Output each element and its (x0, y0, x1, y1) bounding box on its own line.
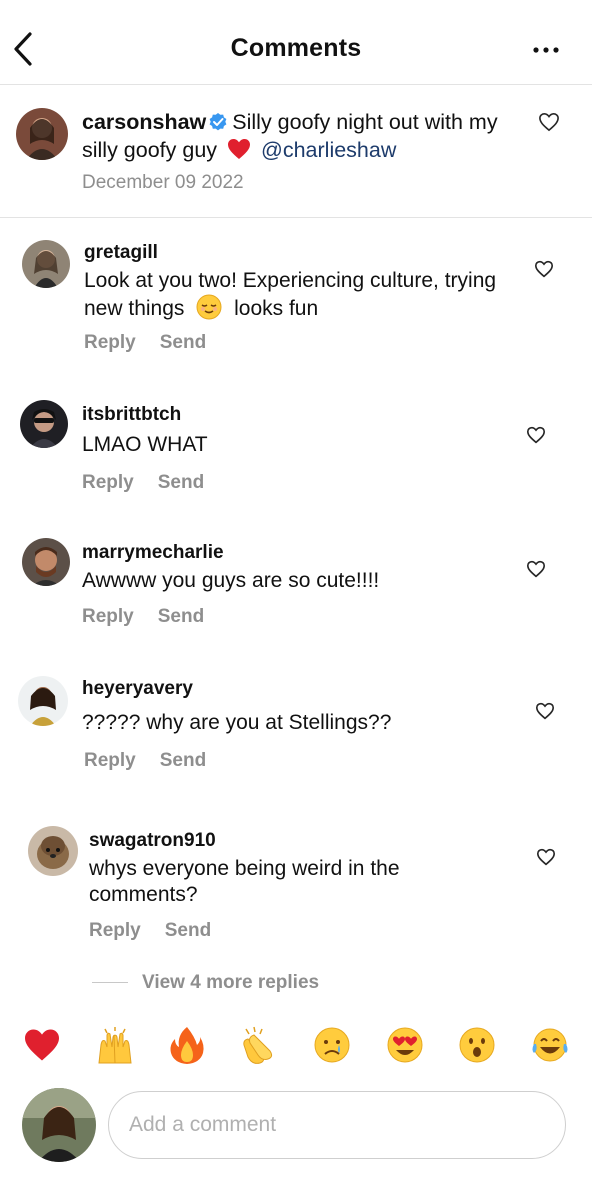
comment-actions: Reply Send (82, 606, 228, 628)
clapping-hands-emoji-button[interactable] (238, 1023, 282, 1067)
raising-hands-icon (98, 1027, 132, 1064)
fire-icon (170, 1027, 204, 1064)
avatar[interactable] (22, 538, 70, 586)
mention-link[interactable]: @charlieshaw (261, 138, 396, 162)
like-comment-button[interactable] (526, 426, 548, 446)
reply-button[interactable]: Reply (89, 920, 141, 941)
comment-actions: Reply Send (84, 750, 230, 772)
comment-input[interactable] (108, 1091, 566, 1159)
avatar-image (16, 108, 68, 160)
page-title: Comments (230, 34, 362, 62)
red-heart-icon (228, 139, 251, 159)
comment-item: gretagill Look at you two! Experiencing … (0, 218, 592, 368)
comment-actions: Reply Send (89, 920, 235, 942)
avatar-image (20, 400, 68, 448)
send-button[interactable]: Send (158, 606, 204, 627)
current-user-avatar (22, 1088, 96, 1162)
comment-actions: Reply Send (84, 332, 230, 354)
comment-username[interactable]: marrymecharlie (82, 542, 224, 564)
emoji-reaction-bar (0, 1018, 592, 1072)
send-button[interactable]: Send (160, 332, 206, 353)
comment-text: Look at you two! Experiencing culture, t… (84, 269, 497, 320)
heart-outline-icon (526, 560, 546, 578)
like-caption-button[interactable] (538, 112, 560, 132)
like-comment-button[interactable] (536, 848, 558, 868)
heart-outline-icon (535, 702, 555, 720)
like-comment-button[interactable] (535, 702, 557, 722)
top-bar: Comments (0, 0, 592, 85)
more-options-button[interactable] (528, 40, 564, 60)
heart-outline-icon (536, 848, 556, 866)
avatar[interactable] (28, 826, 78, 876)
caption-text: carsonshaw Silly goofy night out with my… (82, 108, 522, 164)
reply-button[interactable]: Reply (82, 472, 134, 493)
send-button[interactable]: Send (158, 472, 204, 493)
avatar-image (18, 676, 68, 726)
heart-eyes-emoji-button[interactable] (383, 1023, 427, 1067)
avatar[interactable] (20, 400, 68, 448)
crying-face-emoji-button[interactable] (310, 1023, 354, 1067)
comment-text: ????? why are you at Stellings?? (82, 711, 392, 734)
red-heart-emoji-button[interactable] (20, 1023, 64, 1067)
comment-item: swagatron910 whys everyone being weird i… (0, 812, 592, 962)
comment-username[interactable]: swagatron910 (89, 830, 216, 852)
verified-badge-icon (209, 113, 227, 131)
post-date: December 09 2022 (82, 172, 244, 193)
avatar-image (22, 1088, 96, 1162)
ellipsis-icon (533, 47, 559, 53)
comment-item: itsbrittbtch LMAO WHAT Reply Send (0, 390, 592, 510)
clapping-hands-icon (243, 1026, 272, 1064)
comment-item: heyeryavery ????? why are you at Stellin… (0, 664, 592, 794)
comment-item: marrymecharlie Awwww you guys are so cut… (0, 528, 592, 648)
red-heart-icon (25, 1029, 59, 1061)
raising-hands-emoji-button[interactable] (93, 1023, 137, 1067)
avatar-image (22, 538, 70, 586)
heart-eyes-icon (387, 1027, 423, 1063)
reply-button[interactable]: Reply (84, 750, 136, 771)
avatar[interactable] (16, 108, 68, 160)
comment-text: Awwww you guys are so cute!!!! (82, 569, 380, 592)
send-button[interactable]: Send (160, 750, 206, 771)
reply-button[interactable]: Reply (82, 606, 134, 627)
like-comment-button[interactable] (534, 260, 556, 280)
divider (92, 982, 128, 984)
heart-outline-icon (534, 260, 554, 278)
caption-username[interactable]: carsonshaw (82, 110, 206, 134)
like-comment-button[interactable] (526, 560, 548, 580)
reply-button[interactable]: Reply (84, 332, 136, 353)
comment-username[interactable]: gretagill (84, 242, 158, 264)
view-more-replies-button[interactable]: View 4 more replies (92, 972, 319, 994)
comment-text: LMAO WHAT (82, 433, 208, 456)
comment-username[interactable]: itsbrittbtch (82, 404, 181, 426)
surprised-face-emoji-button[interactable] (455, 1023, 499, 1067)
heart-outline-icon (526, 426, 546, 444)
tears-of-joy-icon (532, 1028, 568, 1062)
avatar-image (28, 826, 78, 876)
crying-face-icon (314, 1027, 350, 1063)
comment-text: whys everyone being weird in the comment… (89, 857, 400, 906)
relieved-face-icon (196, 294, 222, 320)
surprised-face-icon (459, 1027, 495, 1063)
fire-emoji-button[interactable] (165, 1023, 209, 1067)
avatar[interactable] (18, 676, 68, 726)
avatar[interactable] (22, 240, 70, 288)
avatar-image (22, 240, 70, 288)
comment-actions: Reply Send (82, 472, 228, 494)
tears-of-joy-emoji-button[interactable] (528, 1023, 572, 1067)
post-caption: carsonshaw Silly goofy night out with my… (0, 84, 592, 218)
heart-outline-icon (539, 112, 559, 132)
send-button[interactable]: Send (165, 920, 211, 941)
comment-username[interactable]: heyeryavery (82, 678, 193, 700)
